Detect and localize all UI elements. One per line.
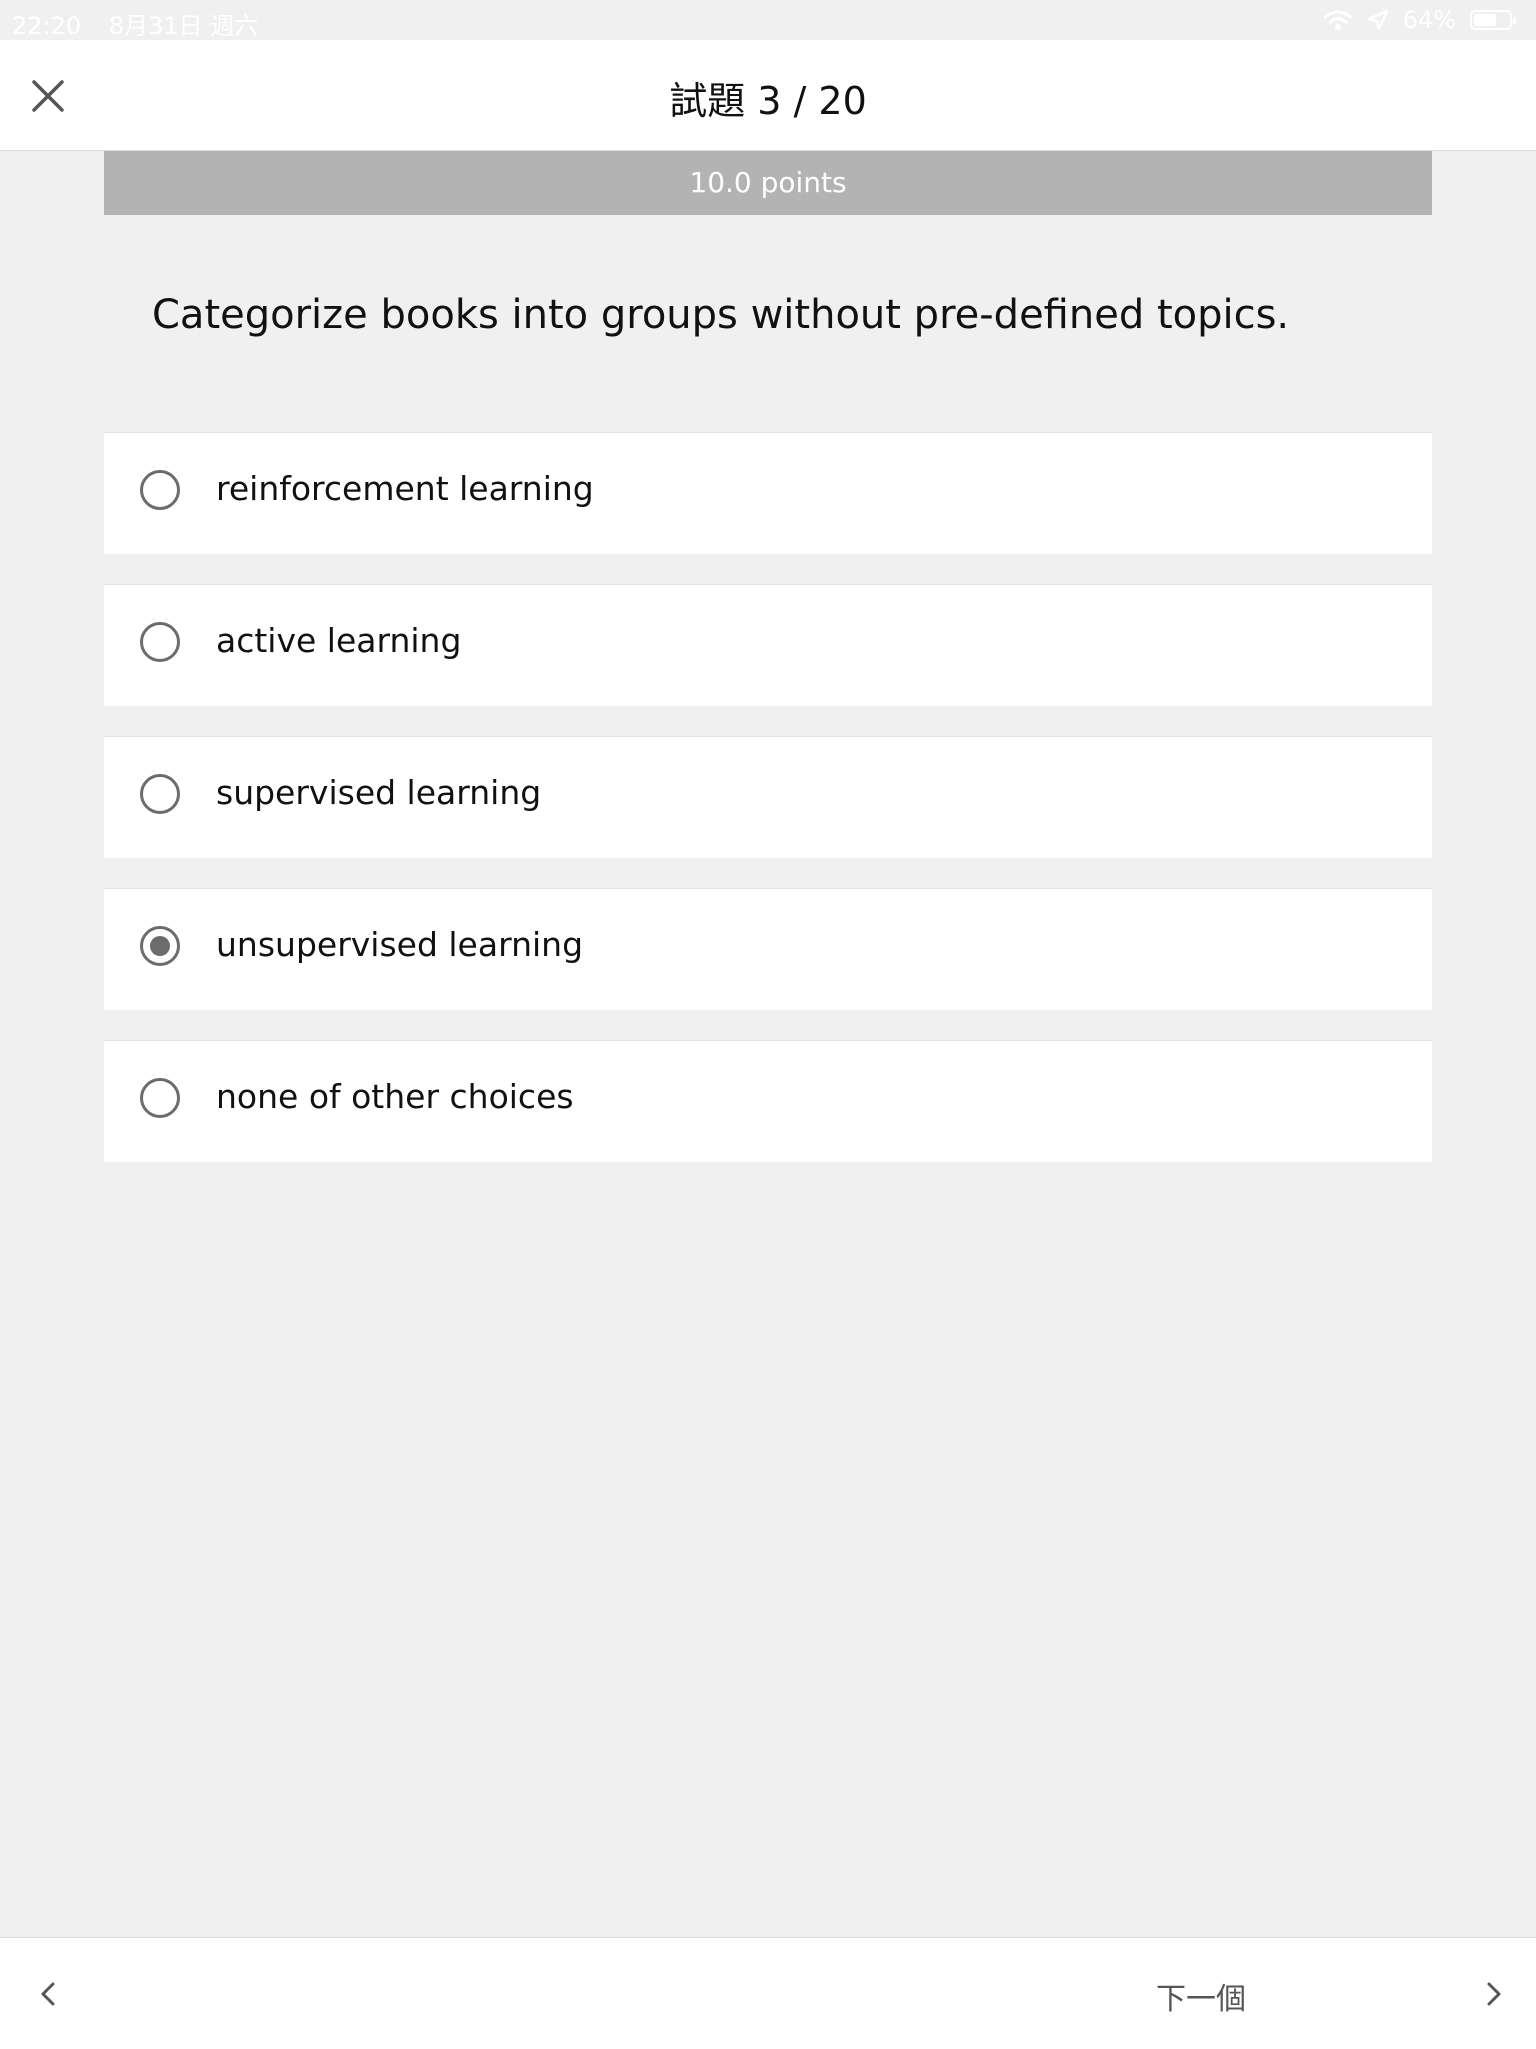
footer-nav: 下一個 — [0, 1937, 1536, 2049]
status-date: 8月31日 週六 — [108, 12, 259, 40]
radio-button[interactable] — [140, 926, 180, 966]
previous-button[interactable] — [28, 1974, 68, 2014]
choice-item[interactable]: active learning — [104, 584, 1432, 706]
next-button[interactable] — [1474, 1974, 1514, 2014]
radio-button[interactable] — [140, 470, 180, 510]
page-title: 試題 3 / 20 — [669, 79, 867, 123]
header: 試題 3 / 20 — [0, 40, 1536, 151]
choice-label: supervised learning — [216, 773, 542, 812]
status-left: 22:20 8月31日 週六 — [12, 6, 278, 41]
location-icon — [1367, 9, 1388, 31]
choice-list: reinforcement learning active learning s… — [104, 432, 1432, 1192]
points-bar: 10.0 points — [104, 151, 1432, 215]
battery-fill — [1474, 14, 1496, 26]
choice-label: active learning — [216, 621, 462, 660]
choice-item[interactable]: reinforcement learning — [104, 432, 1432, 554]
status-bar: 22:20 8月31日 週六 64% — [0, 0, 1536, 40]
battery-percent: 64% — [1402, 6, 1456, 34]
wifi-icon — [1323, 10, 1353, 30]
chevron-left-icon — [41, 1982, 55, 2006]
status-right: 64% — [1323, 6, 1516, 34]
choice-item[interactable]: none of other choices — [104, 1040, 1432, 1162]
radio-button[interactable] — [140, 622, 180, 662]
choice-label: unsupervised learning — [216, 925, 584, 964]
next-label[interactable]: 下一個 — [1156, 1974, 1246, 2018]
radio-button[interactable] — [140, 774, 180, 814]
status-time: 22:20 — [12, 12, 82, 40]
choice-item[interactable]: supervised learning — [104, 736, 1432, 858]
radio-button[interactable] — [140, 1078, 180, 1118]
choice-item[interactable]: unsupervised learning — [104, 888, 1432, 1010]
question-text: Categorize books into groups without pre… — [152, 292, 1290, 338]
battery-icon — [1470, 10, 1516, 30]
choice-label: none of other choices — [216, 1077, 574, 1116]
choice-label: reinforcement learning — [216, 469, 594, 508]
chevron-right-icon — [1487, 1982, 1501, 2006]
